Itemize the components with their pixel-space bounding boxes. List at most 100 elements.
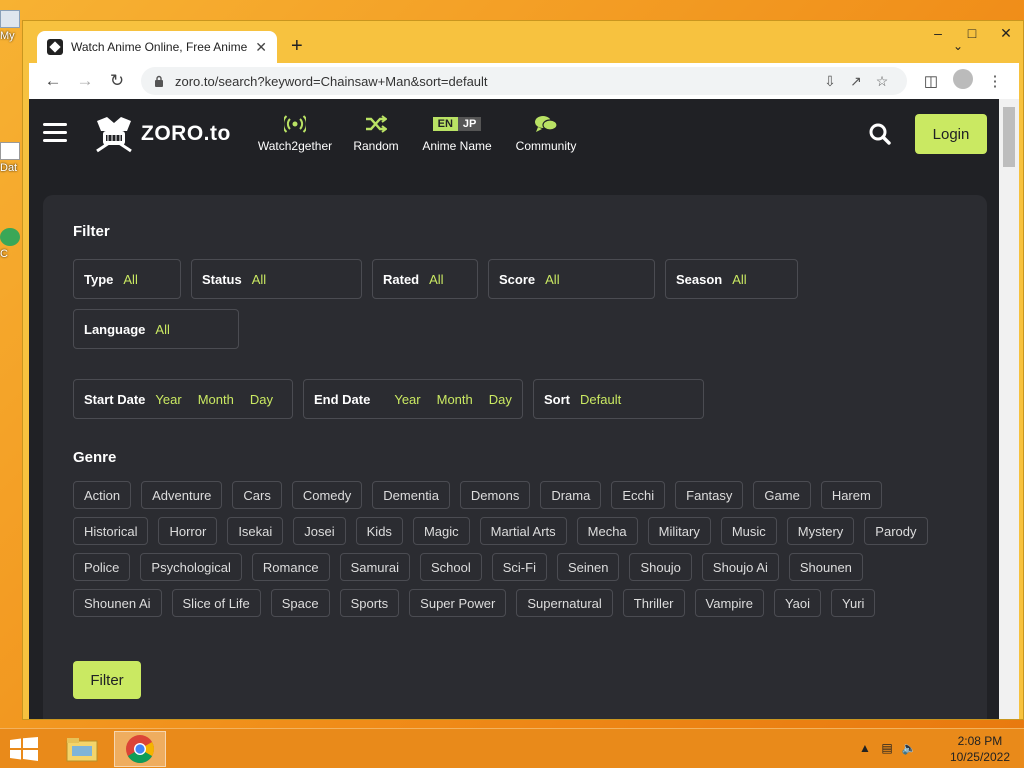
- install-icon[interactable]: ⇩: [817, 73, 843, 90]
- desktop-icon-data[interactable]: Dat: [0, 142, 24, 174]
- filter-language[interactable]: Language All: [73, 309, 239, 349]
- page-scrollbar[interactable]: [999, 99, 1019, 719]
- reload-icon[interactable]: ↻: [101, 65, 133, 97]
- nav-community[interactable]: Community: [513, 113, 579, 153]
- genre-chip[interactable]: Samurai: [339, 553, 410, 581]
- genre-chip[interactable]: Drama: [540, 481, 602, 509]
- filter-score[interactable]: Score All: [488, 259, 655, 299]
- genre-chip[interactable]: Shounen: [788, 553, 863, 581]
- address-bar[interactable]: zoro.to/search?keyword=Chainsaw+Man&sort…: [141, 67, 907, 95]
- star-icon[interactable]: ☆: [869, 73, 895, 90]
- genre-chip[interactable]: Josei: [293, 517, 346, 545]
- back-icon[interactable]: ←: [37, 65, 69, 97]
- end-date-month[interactable]: Month: [437, 392, 473, 407]
- genre-chip[interactable]: Demons: [459, 481, 531, 509]
- end-date-year[interactable]: Year: [394, 392, 420, 407]
- filter-key: Score: [499, 271, 536, 287]
- genre-chip[interactable]: Ecchi: [611, 481, 666, 509]
- genre-chip[interactable]: Mecha: [576, 517, 638, 545]
- profile-icon[interactable]: [947, 69, 979, 93]
- menu-dots-icon[interactable]: ⋮: [979, 72, 1011, 90]
- zoro-logo-icon: [96, 117, 132, 153]
- genre-chip[interactable]: Harem: [820, 481, 882, 509]
- filter-start-date[interactable]: Start Date Year Month Day: [73, 379, 293, 419]
- genre-chip[interactable]: Shoujo Ai: [701, 553, 779, 581]
- genre-chip[interactable]: Vampire: [694, 589, 764, 617]
- lang-jp[interactable]: JP: [457, 117, 482, 131]
- language-toggle[interactable]: EN JP: [432, 113, 482, 135]
- start-date-day[interactable]: Day: [250, 392, 273, 407]
- chevron-down-icon[interactable]: ⌄: [953, 39, 963, 53]
- genre-chip[interactable]: Thriller: [622, 589, 685, 617]
- genre-chip[interactable]: Police: [73, 553, 131, 581]
- genre-chip[interactable]: Yaoi: [773, 589, 822, 617]
- genre-chip[interactable]: Shounen Ai: [73, 589, 162, 617]
- start-date-year[interactable]: Year: [155, 392, 181, 407]
- genre-chip[interactable]: Historical: [73, 517, 149, 545]
- genre-chip[interactable]: Martial Arts: [479, 517, 567, 545]
- site-logo[interactable]: ZORO.to: [93, 113, 231, 155]
- genre-chip[interactable]: Yuri: [831, 589, 876, 617]
- genre-chip[interactable]: Slice of Life: [171, 589, 261, 617]
- genre-chip[interactable]: Game: [753, 481, 811, 509]
- close-window-icon[interactable]: ✕: [989, 21, 1023, 45]
- hamburger-menu-icon[interactable]: [43, 123, 67, 147]
- browser-tab[interactable]: Watch Anime Online, Free Anime ✕: [37, 31, 277, 63]
- genre-chip[interactable]: Supernatural: [516, 589, 613, 617]
- genre-chip[interactable]: Magic: [412, 517, 470, 545]
- lang-en[interactable]: EN: [432, 117, 458, 131]
- genre-chip[interactable]: Romance: [251, 553, 330, 581]
- volume-icon[interactable]: 🔈: [898, 741, 920, 755]
- start-date-month[interactable]: Month: [198, 392, 234, 407]
- end-date-day[interactable]: Day: [489, 392, 512, 407]
- nav-anime-name[interactable]: EN JP Anime Name: [419, 113, 495, 153]
- filter-type[interactable]: Type All: [73, 259, 181, 299]
- system-clock[interactable]: 2:08 PM 10/25/2022: [950, 733, 1010, 765]
- genre-chip[interactable]: Horror: [158, 517, 218, 545]
- genre-chip[interactable]: Super Power: [409, 589, 507, 617]
- genre-chip[interactable]: Comedy: [291, 481, 363, 509]
- filter-submit-button[interactable]: Filter: [73, 661, 141, 699]
- genre-chip[interactable]: Psychological: [140, 553, 242, 581]
- network-icon[interactable]: ▤: [876, 741, 898, 755]
- login-button[interactable]: Login: [915, 114, 987, 154]
- nav-watch2gether[interactable]: Watch2gether: [257, 113, 333, 153]
- genre-chip[interactable]: Action: [73, 481, 132, 509]
- forward-icon[interactable]: →: [69, 65, 101, 97]
- filter-status[interactable]: Status All: [191, 259, 362, 299]
- scrollbar-thumb[interactable]: [1003, 107, 1015, 167]
- genre-chip[interactable]: School: [419, 553, 482, 581]
- filter-rated[interactable]: Rated All: [372, 259, 478, 299]
- filter-sort[interactable]: Sort Default: [533, 379, 704, 419]
- genre-chip[interactable]: Kids: [355, 517, 403, 545]
- genre-chip[interactable]: Cars: [232, 481, 282, 509]
- genre-chip[interactable]: Adventure: [141, 481, 223, 509]
- genre-chip[interactable]: Sci-Fi: [491, 553, 547, 581]
- taskbar-chrome[interactable]: [114, 731, 166, 767]
- genre-chip[interactable]: Parody: [864, 517, 928, 545]
- nav-random[interactable]: Random: [353, 113, 399, 153]
- genre-chip[interactable]: Military: [647, 517, 711, 545]
- desktop-icon-my-computer[interactable]: My: [0, 10, 24, 42]
- side-panel-icon[interactable]: ◫: [915, 72, 947, 90]
- share-icon[interactable]: ↗: [843, 73, 869, 90]
- genre-chip[interactable]: Isekai: [227, 517, 284, 545]
- windows-start-icon[interactable]: [10, 737, 38, 761]
- desktop-icon-chrome[interactable]: C: [0, 228, 24, 260]
- nav-label: Anime Name: [422, 139, 492, 153]
- genre-chip[interactable]: Seinen: [556, 553, 620, 581]
- tray-chevron-up-icon[interactable]: ▲: [854, 741, 876, 755]
- close-tab-icon[interactable]: ✕: [255, 39, 267, 56]
- genre-chip[interactable]: Dementia: [372, 481, 450, 509]
- filter-end-date[interactable]: End Date Year Month Day: [303, 379, 523, 419]
- search-icon[interactable]: [869, 123, 891, 145]
- genre-chip[interactable]: Sports: [339, 589, 400, 617]
- taskbar-file-explorer[interactable]: [56, 731, 108, 767]
- filter-season[interactable]: Season All: [665, 259, 798, 299]
- genre-chip[interactable]: Mystery: [786, 517, 855, 545]
- genre-chip[interactable]: Space: [270, 589, 330, 617]
- genre-chip[interactable]: Music: [720, 517, 777, 545]
- genre-chip[interactable]: Shoujo: [629, 553, 692, 581]
- genre-chip[interactable]: Fantasy: [675, 481, 744, 509]
- new-tab-icon[interactable]: +: [291, 35, 303, 58]
